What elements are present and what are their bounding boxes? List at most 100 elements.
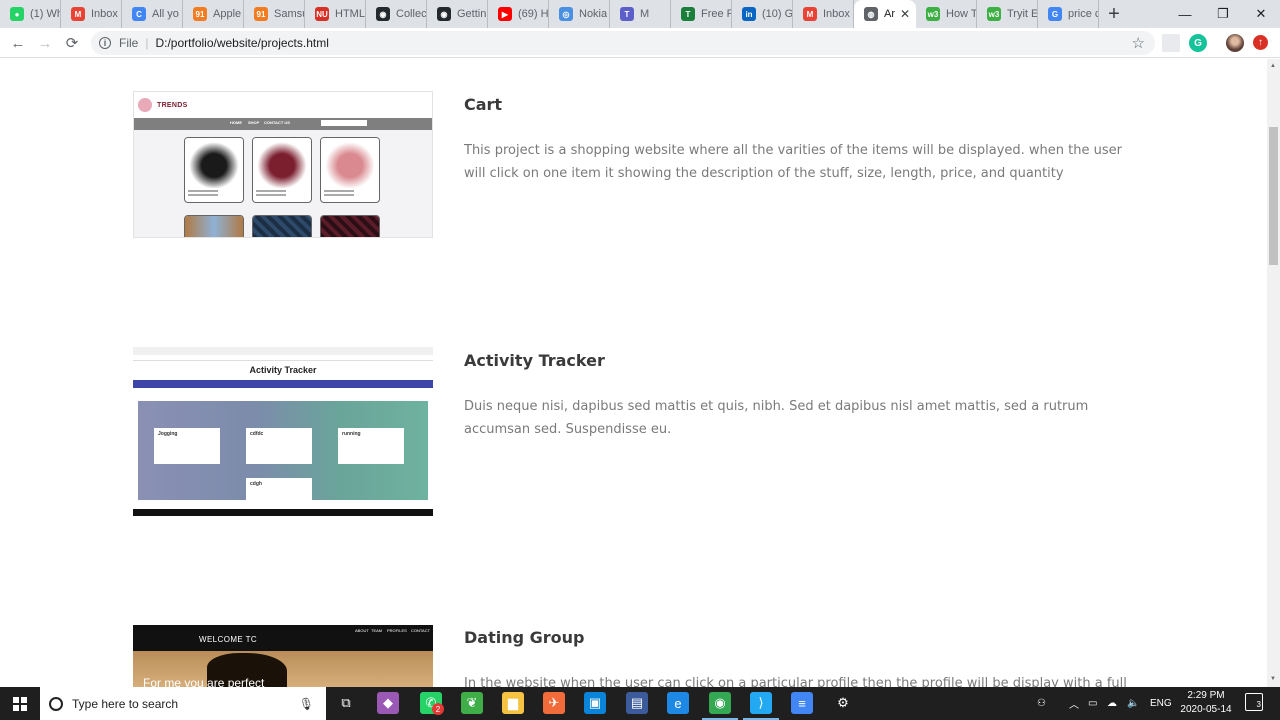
tab-favicon-icon: M — [803, 7, 817, 21]
microphone-icon[interactable]: 🎙 — [299, 697, 314, 711]
thumb-heading: Activity Tracker — [133, 361, 433, 380]
tray-overflow-icon[interactable]: ︿ — [1069, 687, 1079, 720]
browser-tab[interactable]: TM — [610, 0, 671, 28]
edge-icon[interactable]: e — [667, 692, 689, 714]
settings-icon[interactable]: ⚙ — [832, 692, 854, 714]
tab-label: (10) G — [762, 8, 792, 20]
chrome-icon[interactable]: ◉ — [702, 692, 738, 720]
tab-favicon-icon: C — [132, 7, 146, 21]
browser-tab[interactable]: ● (1) Wh — [0, 0, 61, 28]
tab-favicon-icon: T — [681, 7, 695, 21]
taskbar-clock[interactable]: 2:29 PM 2020-05-14 — [1170, 689, 1242, 717]
task-view-icon[interactable]: ⧉ — [335, 692, 357, 714]
browser-tab[interactable]: T Free R — [671, 0, 732, 28]
profile-avatar[interactable] — [1226, 34, 1244, 52]
dating-group-thumbnail[interactable]: WELCOME TC ABOUT TEAM PROFILES CONTACT F… — [133, 625, 433, 687]
tab-label: Tryit E — [1007, 8, 1037, 20]
tab-favicon-icon: 91 — [193, 7, 207, 21]
tab-label: (1) Wh — [30, 8, 60, 20]
browser-tab[interactable]: w3 How T — [916, 0, 977, 28]
tab-favicon-icon: ● — [10, 7, 24, 21]
tab-label: All yo — [152, 8, 179, 20]
volume-icon[interactable]: 🔈 — [1127, 687, 1139, 720]
file-explorer-icon[interactable]: ▆ — [502, 692, 524, 714]
maximize-button[interactable]: ❐ — [1204, 0, 1242, 28]
tab-favicon-icon: ◍ — [864, 7, 878, 21]
scroll-up-icon[interactable]: ▲ — [1270, 63, 1276, 69]
page-viewport: TRENDS HOME SHOP CONTACT US Cart This pr… — [0, 59, 1267, 687]
thumb-nav: HOME SHOP CONTACT US — [134, 118, 432, 130]
tab-label: HTML — [335, 8, 365, 20]
browser-tab[interactable]: ◉ Collec — [366, 0, 427, 28]
browser-tab[interactable]: 91 Apple — [183, 0, 244, 28]
activity-tracker-thumbnail[interactable]: Activity Tracker Jogging cdfdc running c… — [133, 347, 433, 516]
browser-toolbar: ← → ⟳ i File | D:/portfolio/website/proj… — [0, 28, 1280, 58]
browser-tab[interactable]: Gprice c — [1038, 0, 1099, 28]
language-indicator[interactable]: ENG — [1150, 687, 1172, 720]
grammarly-icon[interactable]: G — [1189, 34, 1207, 52]
forward-button[interactable]: → — [34, 32, 56, 54]
thumb-menu-item: PROFILES — [387, 628, 407, 633]
extension-icon[interactable] — [1162, 34, 1180, 52]
minimize-button[interactable]: — — [1166, 0, 1204, 28]
store-icon[interactable]: ▣ — [584, 692, 606, 714]
clock-time: 2:29 PM — [1187, 690, 1225, 701]
browser-tab[interactable]: in (10) G — [732, 0, 793, 28]
start-button[interactable] — [0, 687, 40, 720]
back-button[interactable]: ← — [7, 32, 29, 54]
activity-card: Jogging — [154, 428, 220, 464]
tab-favicon-icon: 91 — [254, 7, 268, 21]
browser-tab[interactable]: ◉ Gettin — [427, 0, 488, 28]
browser-tab[interactable]: M Inbox — [61, 0, 122, 28]
thumb-nav-item: HOME — [230, 120, 242, 125]
people-icon[interactable]: ⚇ — [1037, 687, 1046, 720]
product-card — [252, 137, 312, 203]
activity-card: running — [338, 428, 404, 464]
product-card — [320, 137, 380, 203]
scroll-down-icon[interactable]: ▼ — [1270, 676, 1276, 682]
thumb-menu-item: ABOUT — [355, 628, 369, 633]
leaf-app-icon[interactable]: ❦ — [461, 692, 483, 714]
battery-icon[interactable]: ▭ — [1088, 687, 1097, 720]
browser-tab[interactable]: ◎ Nokia — [549, 0, 610, 28]
onedrive-icon[interactable]: ☁ — [1107, 687, 1117, 720]
project-title: Cart — [464, 95, 503, 114]
close-window-button[interactable]: ✕ — [1242, 0, 1280, 28]
browser-tab[interactable]: C All yo — [122, 0, 183, 28]
tab-label: Inbox — [91, 8, 118, 20]
browser-tab[interactable]: w3 Tryit E — [977, 0, 1038, 28]
tab-favicon-icon: ▶ — [498, 7, 512, 21]
taskbar-search-box[interactable]: Type here to search 🎙 — [40, 687, 326, 720]
tab-active[interactable]: ◍ Ar ✕ — [854, 0, 916, 28]
project-cart: TRENDS HOME SHOP CONTACT US Cart This pr… — [133, 91, 1133, 271]
tab-favicon-icon: ◎ — [559, 7, 573, 21]
reload-button[interactable]: ⟳ — [61, 32, 83, 54]
thumb-menu-item: TEAM — [371, 628, 383, 633]
cart-thumbnail[interactable]: TRENDS HOME SHOP CONTACT US — [133, 91, 433, 238]
browser-tab[interactable]: NU HTML — [305, 0, 366, 28]
url-text[interactable]: D:/portfolio/website/projects.html — [155, 36, 328, 50]
page-scrollbar[interactable]: ▲ ▼ — [1267, 59, 1280, 687]
tab-label: Ar — [884, 8, 895, 20]
bookmark-star-icon[interactable]: ☆ — [1132, 34, 1145, 52]
browser-tab[interactable]: ▶ (69) H — [488, 0, 549, 28]
vscode-icon[interactable]: ⟩ — [743, 692, 779, 720]
activity-card: cdgh — [246, 478, 312, 500]
browser-tab[interactable]: 91 Samsu — [244, 0, 305, 28]
postman-icon[interactable]: ✈ — [543, 692, 565, 714]
close-tab-icon[interactable]: ✕ — [900, 7, 910, 21]
docs-icon[interactable]: ≡ — [791, 692, 813, 714]
action-center-icon[interactable]: 3 — [1245, 693, 1263, 711]
git-icon[interactable]: ◆ — [377, 692, 399, 714]
scrollbar-thumb[interactable] — [1269, 127, 1278, 265]
browser-tab[interactable]: M Inbox — [793, 0, 854, 28]
app-icon[interactable]: ▤ — [626, 692, 648, 714]
site-info-icon[interactable]: i — [99, 37, 111, 49]
thumb-search-box — [321, 120, 367, 126]
notification-badge: 2 — [432, 703, 444, 715]
new-tab-button[interactable]: + — [1099, 0, 1129, 28]
tab-label: Inbox — [823, 8, 850, 20]
update-icon[interactable]: ↑ — [1253, 35, 1268, 50]
address-bar[interactable]: i File | D:/portfolio/website/projects.h… — [91, 31, 1155, 55]
activity-card: cdfdc — [246, 428, 312, 464]
